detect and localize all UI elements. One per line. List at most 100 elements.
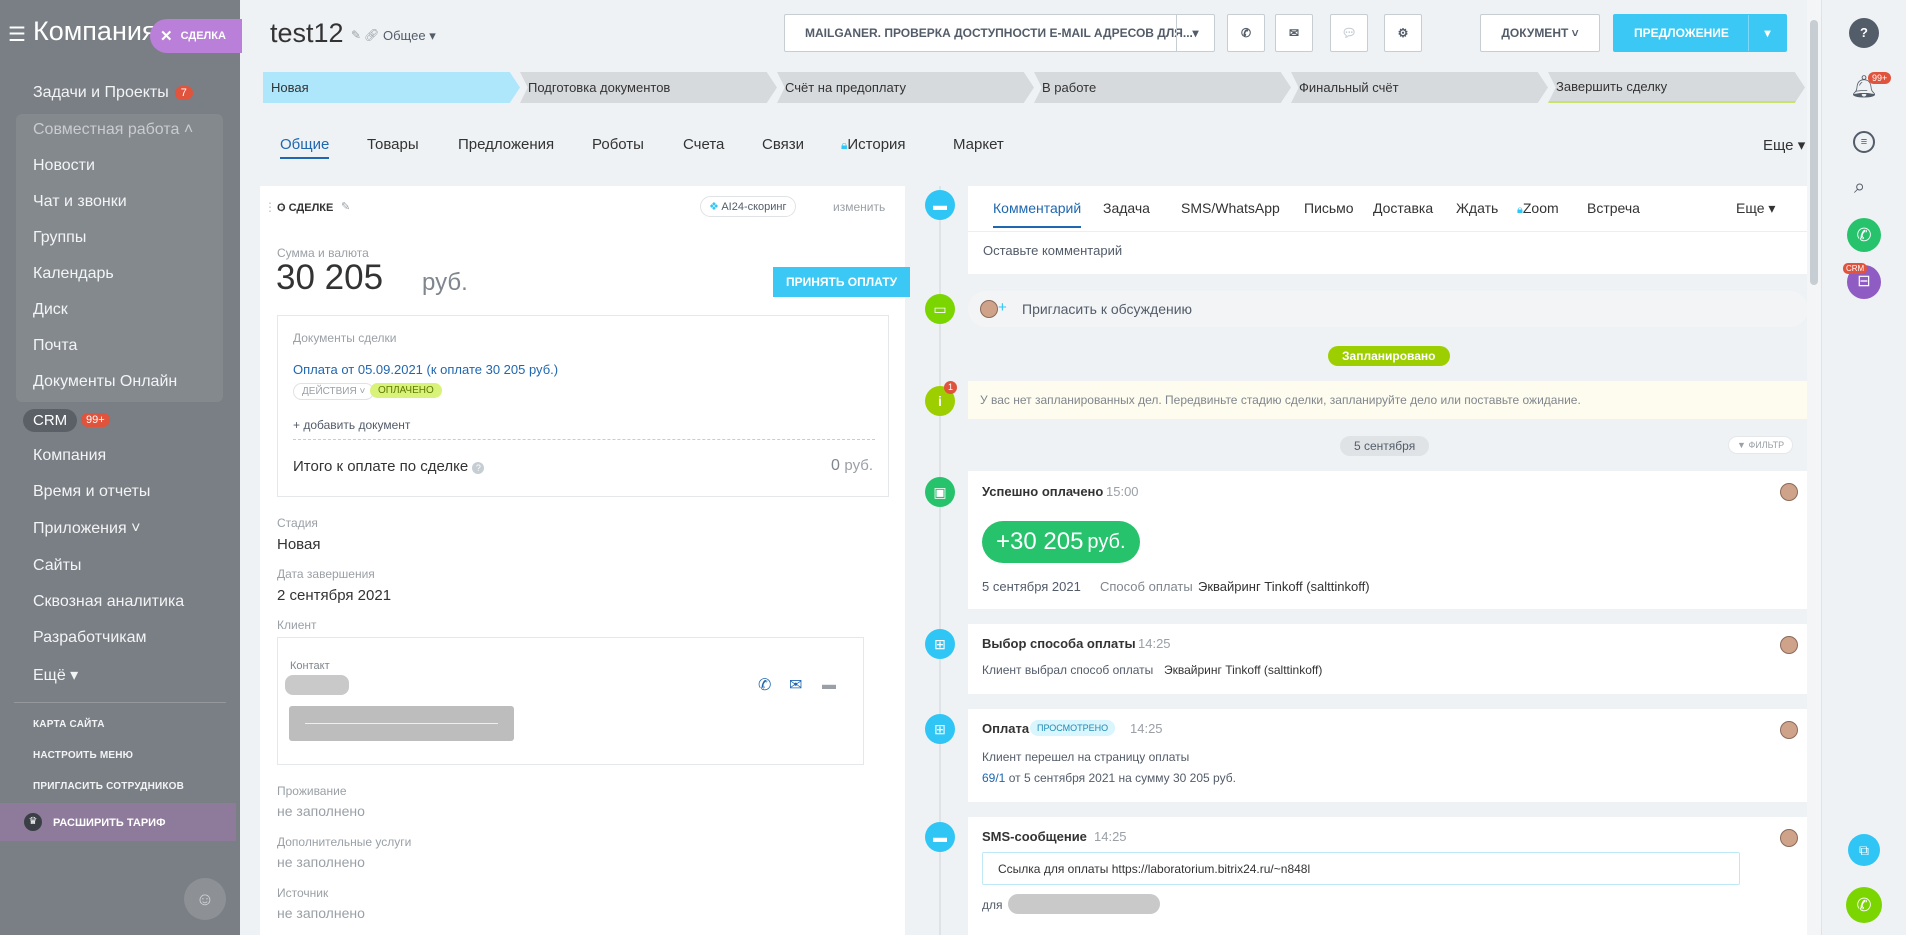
menu-hamburger-icon[interactable]: ☰ (8, 22, 26, 47)
settings-button[interactable]: ⚙ (1384, 14, 1422, 52)
menu-item-time[interactable]: Время и отчеты (33, 483, 150, 501)
tab-products[interactable]: Товары (367, 136, 419, 153)
comment-input[interactable]: Оставьте комментарий (983, 243, 1793, 258)
messages-icon[interactable]: ≡ (1853, 131, 1875, 153)
tab-invoices[interactable]: Счета (683, 136, 724, 153)
basket-icon: ⊞ (925, 714, 955, 744)
invite-staff-link[interactable]: ПРИГЛАСИТЬ СОТРУДНИКОВ (33, 781, 184, 792)
tab-history[interactable]: 🔒︎История (841, 136, 906, 153)
avatar[interactable] (1780, 721, 1798, 739)
proposal-button[interactable]: ПРЕДЛОЖЕНИЕ ▾ (1613, 14, 1787, 52)
tab-links[interactable]: Связи (762, 136, 804, 153)
avatar[interactable] (1780, 829, 1798, 847)
doc-actions-button[interactable]: ДЕЙСТВИЯ ˅ (293, 383, 375, 400)
menu-item-news[interactable]: Новости (33, 157, 95, 175)
menu-item-crm[interactable]: CRM (23, 409, 78, 432)
menu-item-docs[interactable]: Документы Онлайн (33, 373, 177, 391)
app-menu-button[interactable]: MAILGANER. ПРОВЕРКА ДОСТУПНОСТИ E-MAIL А… (784, 14, 1215, 52)
activity-tab-sms[interactable]: SMS/WhatsApp (1181, 200, 1280, 216)
screen-share-icon[interactable]: ⧉ (1848, 834, 1880, 866)
stage-in-work[interactable]: В работе (1034, 72, 1291, 103)
ai-scoring-button[interactable]: ❖ AI24-скоринг (700, 196, 796, 217)
contact-phone-redacted[interactable] (289, 706, 514, 741)
menu-item-calendar[interactable]: Календарь (33, 265, 114, 283)
link-icon[interactable]: 🔗︎ (364, 28, 379, 42)
menu-item-collab[interactable]: Совместная работа ˄ (33, 121, 193, 139)
mail-icon[interactable]: ✉ (789, 675, 802, 695)
chevron-down-icon[interactable]: ▾ (1748, 15, 1786, 51)
close-slider-chip[interactable]: ✕ СДЕЛКА (150, 19, 242, 53)
edit-title-icon[interactable]: ✎ (351, 28, 361, 42)
avatar[interactable] (1780, 636, 1798, 654)
tabs-more[interactable]: Еще ▾ (1763, 136, 1805, 154)
tab-general[interactable]: Общие (280, 136, 330, 159)
activity-tab-zoom[interactable]: 🔒︎Zoom (1517, 200, 1559, 217)
scrollbar[interactable] (1807, 0, 1821, 935)
help-icon[interactable]: ? (1849, 18, 1879, 48)
help-icon[interactable]: ? (472, 462, 485, 474)
phone-icon[interactable]: ✆ (758, 675, 771, 695)
email-button[interactable]: ✉ (1275, 14, 1313, 52)
recipient-redacted[interactable] (1008, 894, 1160, 914)
search-icon[interactable]: ⌕ (1854, 176, 1865, 199)
contact-name-redacted[interactable] (285, 675, 349, 695)
menu-item-company[interactable]: Компания (33, 447, 106, 465)
invoice-link[interactable]: 69/1 (982, 771, 1005, 785)
activity-tab-meeting[interactable]: Встреча (1587, 200, 1640, 216)
event-method: Эквайринг Tinkoff (salttinkoff) (1164, 663, 1323, 677)
stage-final-invoice[interactable]: Финальный счёт (1291, 72, 1548, 103)
tab-market[interactable]: Маркет (953, 136, 1004, 153)
document-button[interactable]: ДОКУМЕНТ ˅ (1480, 14, 1600, 52)
menu-item-sites[interactable]: Сайты (33, 557, 81, 575)
tab-offers[interactable]: Предложения (458, 136, 554, 153)
menu-item-tasks[interactable]: Задачи и Проекты 7 (33, 84, 193, 102)
tab-robots[interactable]: Роботы (592, 136, 644, 153)
sitemap-link[interactable]: КАРТА САЙТА (33, 719, 105, 730)
phone-call-icon[interactable]: ✆ (1846, 887, 1882, 923)
avatar (980, 300, 998, 318)
menu-item-analytics[interactable]: Сквозная аналитика (33, 593, 184, 611)
call-button[interactable]: ✆ (1227, 14, 1265, 52)
menu-item-disk[interactable]: Диск (33, 301, 68, 319)
menu-item-dev[interactable]: Разработчикам (33, 629, 147, 647)
chevron-down-icon: ˅ (131, 520, 141, 537)
portal-title[interactable]: Компания (33, 16, 157, 47)
accept-payment-button[interactable]: ПРИНЯТЬ ОПЛАТУ (773, 267, 910, 297)
menu-item-mail[interactable]: Почта (33, 337, 77, 355)
stage-close[interactable]: Завершить сделку (1548, 72, 1805, 103)
chat-button[interactable]: 💬︎ (1330, 14, 1368, 52)
activity-tab-task[interactable]: Задача (1103, 200, 1150, 216)
upgrade-plan-button[interactable]: ♛ РАСШИРИТЬ ТАРИФ (0, 803, 236, 841)
helper-avatar-icon[interactable]: ☺ (184, 878, 226, 920)
stage-new[interactable]: Новая (263, 72, 520, 103)
ai-icon: ❖ (709, 201, 719, 213)
activity-tab-comment[interactable]: Комментарий (993, 200, 1082, 228)
menu-item-more[interactable]: Ещё ▾ (33, 665, 78, 685)
change-link[interactable]: изменить (833, 200, 885, 214)
activity-tab-email[interactable]: Письмо (1304, 200, 1354, 216)
activity-tab-delivery[interactable]: Доставка (1373, 200, 1433, 216)
call-icon[interactable]: ✆ (1847, 218, 1881, 252)
invite-bar[interactable]: + Пригласить к обсуждению (968, 291, 1808, 327)
chat-icon[interactable]: ▬ (822, 676, 836, 692)
living-value: не заполнено (277, 803, 365, 819)
about-deal-panel: ⋮⋮ О СДЕЛКЕ ✎ ❖ AI24-скоринг изменить Су… (260, 186, 910, 935)
activity-tab-more[interactable]: Еще ▾ (1736, 200, 1775, 217)
chevron-down-icon[interactable]: ▾ (1176, 15, 1214, 51)
category-select[interactable]: Общее ▾ (383, 28, 436, 44)
configure-menu-link[interactable]: НАСТРОИТЬ МЕНЮ (33, 750, 133, 761)
filter-button[interactable]: ▼ ФИЛЬТР (1728, 436, 1794, 454)
stage-docs[interactable]: Подготовка документов (520, 72, 777, 103)
chat-icon: 💬︎ (1341, 26, 1357, 40)
menu-item-groups[interactable]: Группы (33, 229, 86, 247)
menu-item-chat[interactable]: Чат и звонки (33, 193, 127, 211)
activity-tab-wait[interactable]: Ждать (1456, 200, 1498, 216)
payment-view-card: Оплата ПРОСМОТРЕНО 14:25 Клиент перешел … (968, 709, 1808, 802)
scrollbar-thumb[interactable] (1810, 20, 1818, 285)
add-document-link[interactable]: + добавить документ (293, 418, 410, 432)
avatar[interactable] (1780, 483, 1798, 501)
payment-doc-link[interactable]: Оплата от 05.09.2021 (к оплате 30 205 ру… (293, 362, 558, 377)
stage-prepay[interactable]: Счёт на предоплату (777, 72, 1034, 103)
edit-section-icon[interactable]: ✎ (341, 200, 350, 213)
menu-item-apps[interactable]: Приложения ˅ (33, 520, 140, 538)
